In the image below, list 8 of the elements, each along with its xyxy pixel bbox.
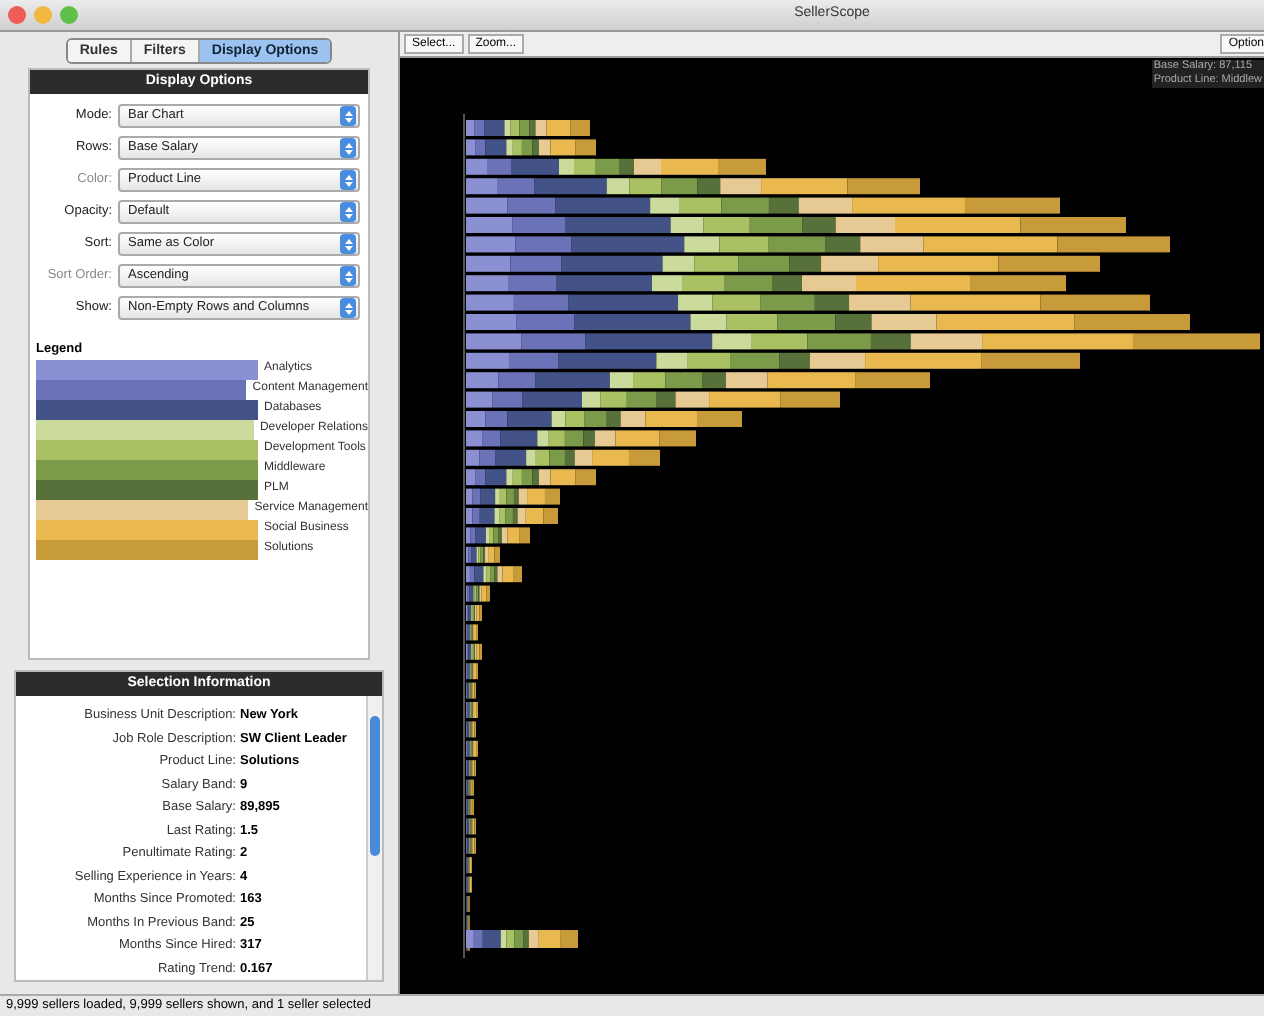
stepper-icon bbox=[340, 298, 356, 318]
stepper-icon bbox=[340, 106, 356, 126]
stepper-icon bbox=[340, 138, 356, 158]
scrollbar[interactable] bbox=[366, 696, 382, 981]
stepper-icon bbox=[340, 170, 356, 190]
stepper-icon bbox=[340, 266, 356, 286]
stepper-icon bbox=[340, 234, 356, 254]
stepper-icon bbox=[340, 202, 356, 222]
